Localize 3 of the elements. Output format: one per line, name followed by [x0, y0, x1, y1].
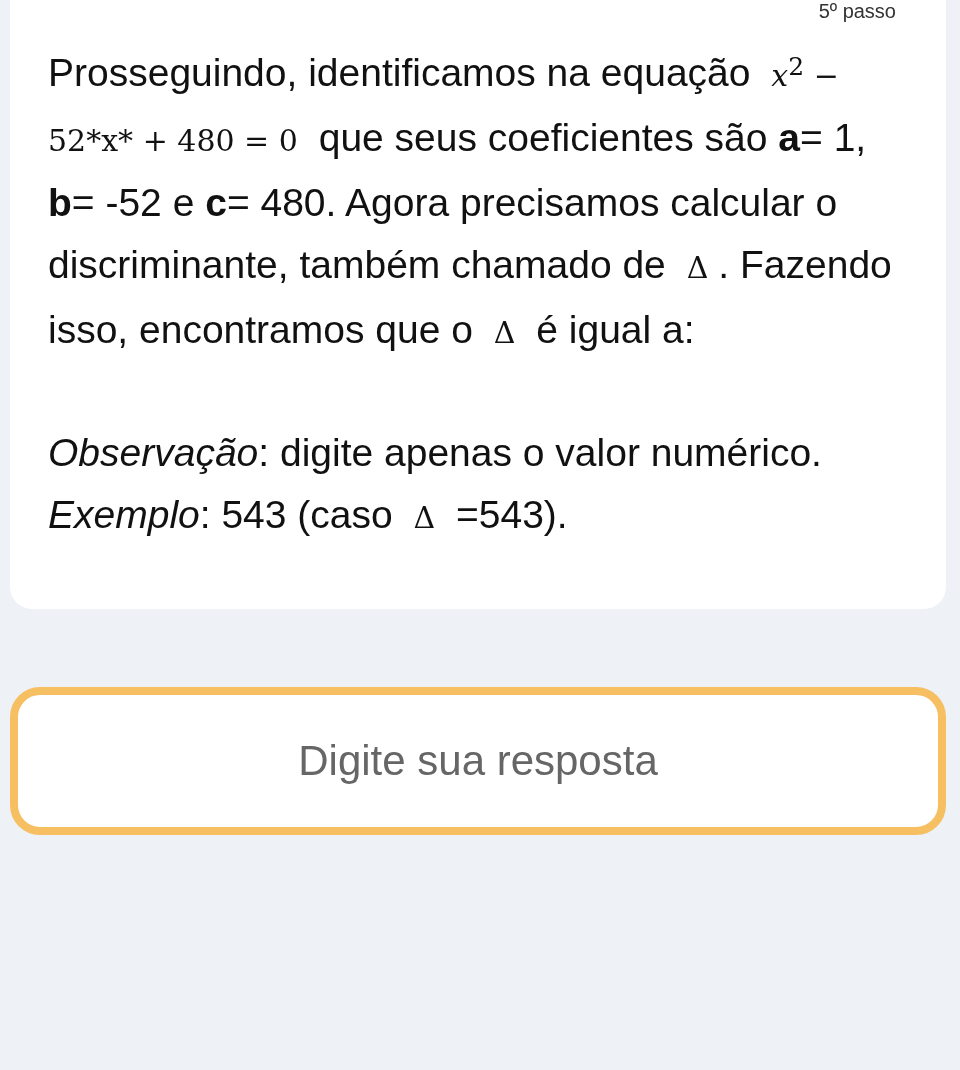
- answer-field[interactable]: Digite sua resposta: [10, 687, 946, 835]
- step-label: 5º passo: [818, 0, 896, 22]
- note-text: Observação: digite apenas o valor numérico. Exemplo: 543 (caso Δ =543).: [48, 430, 823, 538]
